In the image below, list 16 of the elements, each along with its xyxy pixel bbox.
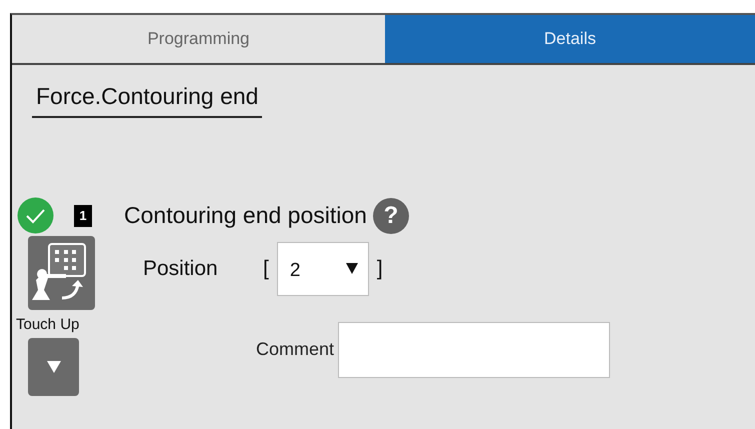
expand-button[interactable]	[28, 338, 79, 396]
bracket: ]	[376, 256, 383, 282]
comment-field[interactable]	[338, 322, 610, 378]
caret-icon	[46, 361, 60, 373]
position-label: Position	[143, 256, 219, 282]
touch-up-button[interactable]	[28, 236, 95, 310]
touch-up-label: Touch Up	[16, 314, 80, 334]
instruction-label: Contouring end position	[124, 201, 367, 230]
caret-icon	[346, 262, 358, 274]
bracket: [	[263, 256, 269, 282]
function-title: Force.Contouring end	[32, 79, 262, 118]
comment-label: Comment	[256, 338, 334, 361]
tab[interactable]: Details	[385, 15, 755, 63]
position-dropdown[interactable]: 2	[276, 242, 369, 296]
help-button[interactable]: ?	[372, 198, 409, 234]
step-number: 1	[74, 204, 92, 226]
